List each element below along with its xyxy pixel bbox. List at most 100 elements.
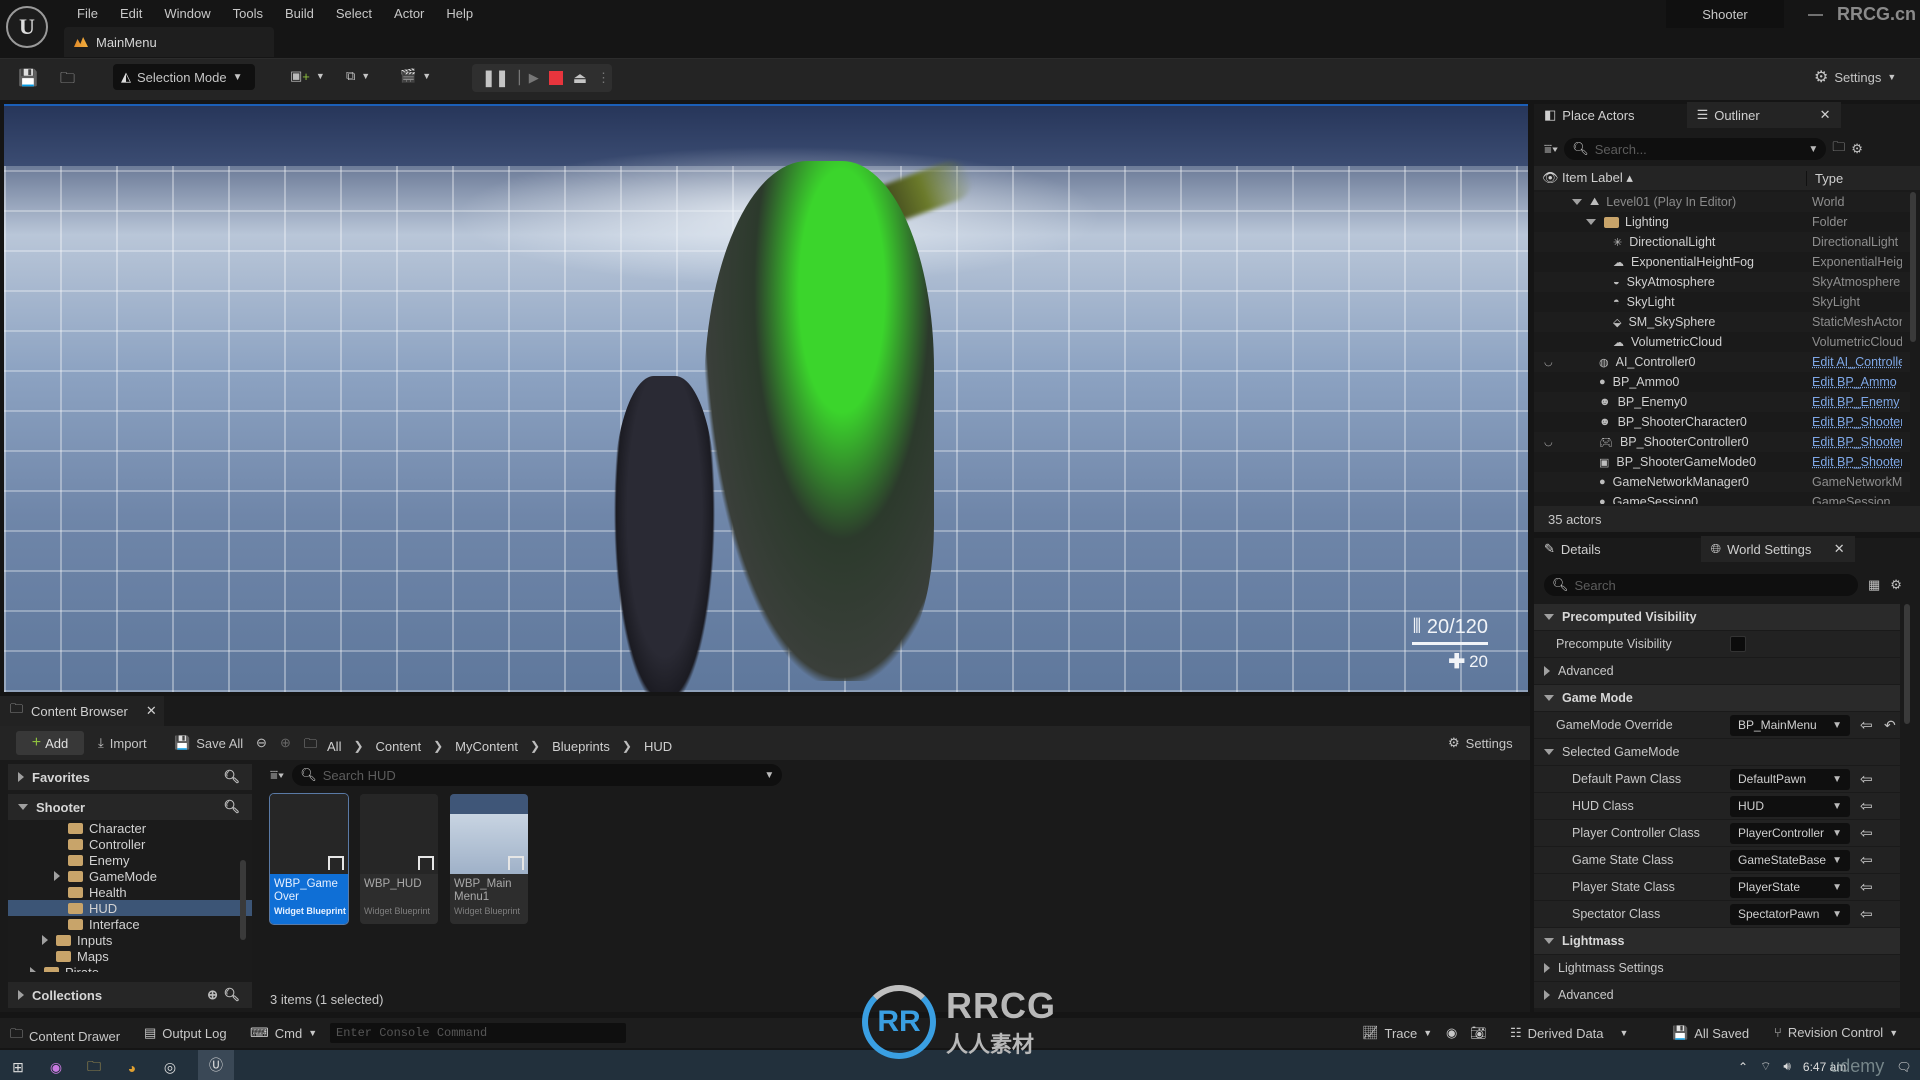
back-icon[interactable]: ⊖ [256, 735, 267, 751]
menu-file[interactable]: File [66, 6, 109, 21]
menu-build[interactable]: Build [274, 6, 325, 21]
tab-details[interactable]: ✎ Details [1534, 536, 1611, 562]
search-icon[interactable]: 🔍︎ [223, 987, 240, 1003]
breadcrumb-hud[interactable]: HUD [644, 739, 672, 754]
expand-arrow-icon[interactable] [54, 871, 60, 881]
class-picker-dropdown[interactable]: BP_MainMenu ▼ [1730, 714, 1850, 736]
use-selected-asset-icon[interactable]: ⇦ [1860, 851, 1873, 869]
edit-blueprint-link[interactable]: Edit BP_Enemy [1812, 395, 1902, 409]
use-selected-asset-icon[interactable]: ⇦ [1860, 878, 1873, 896]
volume-icon[interactable]: 🔊︎ [1783, 1059, 1791, 1074]
search-icon[interactable]: 🔍︎ [223, 769, 240, 785]
edit-blueprint-link[interactable]: Edit BP_Shooter [1812, 435, 1902, 449]
use-selected-asset-icon[interactable]: ⇦ [1860, 797, 1873, 815]
expand-arrow-icon[interactable] [42, 935, 48, 945]
outliner-row[interactable]: ◓ SkyLight SkyLight [1534, 292, 1910, 312]
expand-arrow-icon[interactable] [1586, 219, 1596, 225]
pause-icon[interactable]: ❚❚ [482, 68, 509, 88]
folder-tree-item[interactable]: Pirate [8, 964, 252, 972]
shooter-header[interactable]: Shooter 🔍︎ [8, 794, 252, 820]
windows-start-icon[interactable]: ⊞ [8, 1058, 28, 1078]
close-tab-icon[interactable]: ✕ [1834, 541, 1845, 557]
edit-blueprint-link[interactable]: Edit BP_Shooter [1812, 415, 1902, 429]
expand-arrow-icon[interactable] [1544, 666, 1550, 676]
menu-select[interactable]: Select [325, 6, 383, 21]
breadcrumb-content[interactable]: Content [376, 739, 422, 754]
outliner-row[interactable]: ⬙ SM_SkySphere StaticMeshActor [1534, 312, 1910, 332]
tab-place-actors[interactable]: ◧ Place Actors [1534, 102, 1645, 128]
all-saved-button[interactable]: 💾 All Saved [1672, 1025, 1749, 1041]
details-subcategory[interactable]: Advanced [1534, 658, 1900, 685]
chevron-right-icon[interactable]: ❯ [433, 739, 443, 753]
class-picker-dropdown[interactable]: HUD ▼ [1730, 795, 1850, 817]
tab-world-settings[interactable]: 🌐︎ World Settings ✕ [1700, 536, 1855, 562]
details-category[interactable]: Game Mode [1534, 685, 1900, 712]
menu-window[interactable]: Window [153, 6, 221, 21]
folder-tree-item[interactable]: Controller [8, 836, 252, 852]
cmd-dropdown[interactable]: ⌨ Cmd ▼ [250, 1025, 317, 1041]
collapse-arrow-icon[interactable] [1544, 749, 1554, 755]
record-icon[interactable]: ◉ [1446, 1025, 1457, 1041]
blueprint-icon[interactable]: ⧉ ▼ [346, 68, 370, 84]
folder-tree-item[interactable]: Character [8, 820, 252, 836]
filter-icon[interactable]: ⩸▾ [270, 767, 284, 783]
hidden-eye-icon[interactable]: ◡ [1534, 357, 1562, 368]
use-selected-asset-icon[interactable]: ⇦ [1860, 905, 1873, 923]
filter-icon[interactable]: ⩸▾ [1544, 141, 1558, 157]
visibility-eye-icon[interactable]: 👁︎ [1534, 170, 1562, 186]
collapse-arrow-icon[interactable] [1544, 938, 1554, 944]
outliner-row[interactable]: ☁ ExponentialHeightFog ExponentialHeightFo… [1534, 252, 1910, 272]
wifi-icon[interactable]: ⌔ [1760, 1059, 1771, 1074]
tab-content-browser[interactable]: 🗀 Content Browser ✕ [0, 696, 164, 726]
browse-icon[interactable]: 🗀 [60, 68, 75, 93]
column-type[interactable]: Type [1806, 170, 1843, 186]
outliner-row[interactable]: ☁ VolumetricCloud VolumetricCloud [1534, 332, 1910, 352]
details-subcategory[interactable]: Selected GameMode [1534, 739, 1900, 766]
reset-to-default-icon[interactable]: ↶ [1884, 717, 1896, 734]
tray-chevron-up-icon[interactable]: ⌃ [1738, 1060, 1748, 1074]
unreal-logo-icon[interactable]: U [6, 6, 48, 48]
console-input[interactable]: Enter Console Command [330, 1023, 626, 1043]
expand-arrow-icon[interactable] [1572, 199, 1582, 205]
close-tab-icon[interactable]: ✕ [146, 703, 157, 719]
notifications-icon[interactable]: 🗨︎ [1896, 1060, 1911, 1074]
cb-settings-button[interactable]: ⚙ Settings [1448, 735, 1513, 751]
precompute-visibility-checkbox[interactable] [1730, 636, 1746, 652]
obs-icon[interactable]: ◎ [160, 1058, 180, 1078]
asset-tile[interactable]: WBP_HUD Widget Blueprint [360, 794, 438, 924]
menu-tools[interactable]: Tools [222, 6, 274, 21]
folder-tree-item[interactable]: Inputs [8, 932, 252, 948]
minimize-button[interactable]: — [1808, 6, 1823, 23]
level-viewport[interactable]: ⦀ 20/120 ✚ 20 [4, 104, 1528, 692]
class-picker-dropdown[interactable]: SpectatorPawn ▼ [1730, 903, 1850, 925]
class-picker-dropdown[interactable]: DefaultPawn ▼ [1730, 768, 1850, 790]
outliner-row[interactable]: ● BP_Ammo0 Edit BP_Ammo [1534, 372, 1910, 392]
menu-help[interactable]: Help [435, 6, 484, 21]
outliner-row[interactable]: ◒ SkyAtmosphere SkyAtmosphere [1534, 272, 1910, 292]
selection-mode-dropdown[interactable]: ◭ Selection Mode ▼ [113, 64, 255, 90]
class-picker-dropdown[interactable]: PlayerController ▼ [1730, 822, 1850, 844]
collapse-arrow-icon[interactable] [1544, 614, 1554, 620]
asset-search-input[interactable]: 🔍︎ Search HUD ▼ [292, 764, 783, 786]
details-category[interactable]: Lightmass [1534, 928, 1900, 955]
details-category[interactable]: Precomputed Visibility [1534, 604, 1900, 631]
asset-tile[interactable]: WBP_Game Over Widget Blueprint [269, 793, 349, 925]
asset-tile[interactable]: WBP_Main Menu1 Widget Blueprint [450, 794, 528, 924]
edit-blueprint-link[interactable]: Edit AI_Controller [1812, 355, 1902, 369]
level-tab[interactable]: MainMenu [64, 27, 274, 57]
eject-icon[interactable]: ⏏ [573, 69, 587, 87]
use-selected-asset-icon[interactable]: ⇦ [1860, 716, 1873, 734]
chrome-icon[interactable]: ◕ [122, 1058, 142, 1078]
breadcrumb-blueprints[interactable]: Blueprints [552, 739, 610, 754]
frame-skip-icon[interactable]: ▏▶ [519, 70, 539, 86]
more-icon[interactable]: ⋮ [597, 70, 610, 86]
details-subcategory[interactable]: Lightmass Settings [1534, 955, 1900, 982]
content-drawer-button[interactable]: 🗀 Content Drawer [10, 1025, 120, 1047]
collapse-arrow-icon[interactable] [1544, 695, 1554, 701]
breadcrumb-mycontent[interactable]: MyContent [455, 739, 518, 754]
edit-blueprint-link[interactable]: Edit BP_Ammo [1812, 375, 1902, 389]
outliner-row[interactable]: ✳ DirectionalLight DirectionalLight [1534, 232, 1910, 252]
import-button[interactable]: ⤓ Import [98, 735, 147, 751]
outliner-row[interactable]: ◡ 🎮︎ BP_ShooterController0 Edit BP_Shooter [1534, 432, 1910, 452]
outliner-row[interactable]: ☻ BP_Enemy0 Edit BP_Enemy [1534, 392, 1910, 412]
